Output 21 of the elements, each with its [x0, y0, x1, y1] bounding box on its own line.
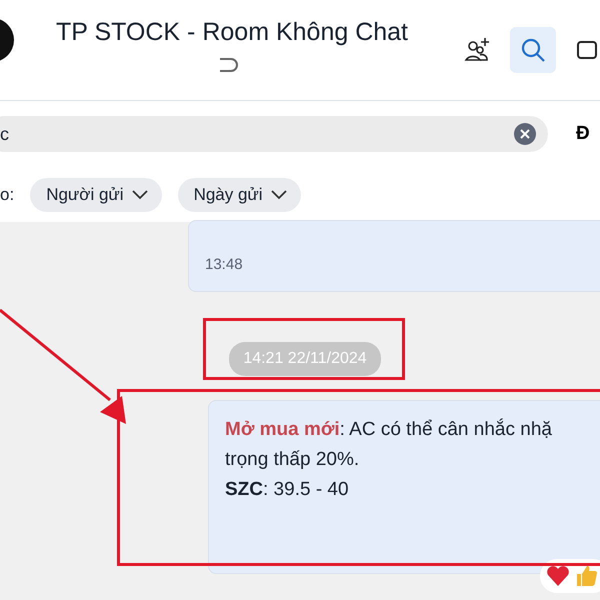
message-text: trọng thấp 20%. [225, 449, 360, 471]
add-person-icon [463, 36, 491, 64]
thumbs-up-icon [574, 564, 598, 588]
video-icon [576, 38, 600, 62]
chat-title: TP STOCK - Room Không Chat [56, 18, 408, 46]
message-time: 13:48 [205, 256, 243, 273]
chevron-down-icon [132, 190, 148, 200]
search-icon [520, 37, 546, 63]
message-text: SZC: 39.5 - 40 [225, 479, 350, 501]
heart-icon [546, 565, 570, 587]
tag-icon[interactable] [218, 56, 240, 72]
chevron-down-icon [270, 190, 287, 200]
search-field[interactable]: c [0, 116, 548, 152]
date-separator: 14:21 22/11/2024 [229, 342, 381, 376]
filter-dropdown[interactable]: Ngày gửi [178, 178, 301, 212]
clear-icon[interactable] [514, 123, 536, 145]
message-text: Mở mua mới: AC có thể cân nhắc nhặ [225, 419, 553, 441]
search-button[interactable] [510, 27, 556, 73]
filter-dropdown[interactable]: Người gửi [30, 178, 162, 212]
filter-label: o: [0, 184, 14, 204]
close-button[interactable]: Đ [576, 123, 590, 145]
